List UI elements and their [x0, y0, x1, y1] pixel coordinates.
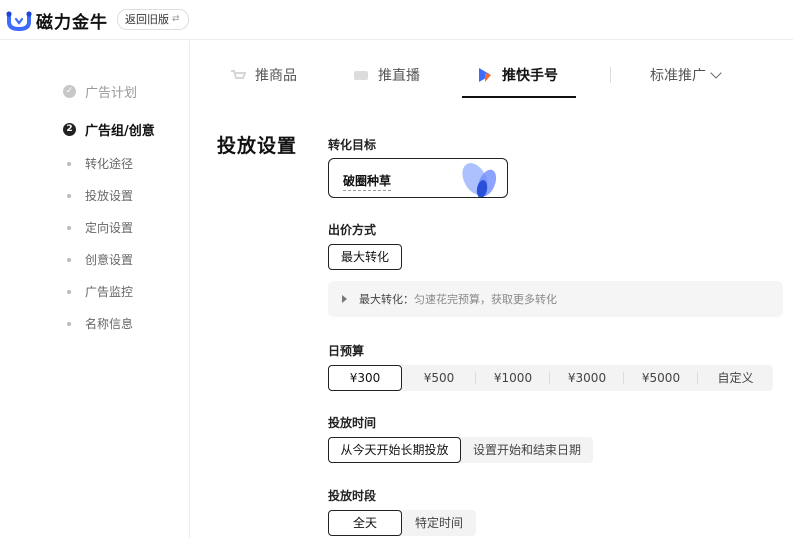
sidebar-item-monitoring[interactable]: 广告监控 [67, 283, 133, 300]
sidebar-item-label: 转化途径 [85, 157, 134, 171]
budget-option[interactable]: ¥5000 [624, 365, 698, 391]
bullet-icon [67, 257, 71, 262]
conversion-goal-value: 破圈种草 [343, 172, 392, 191]
bullet-icon [67, 321, 71, 326]
daily-budget-selector: ¥300 ¥500 ¥1000 ¥3000 ¥5000 自定义 [328, 365, 773, 391]
sidebar-item-label: 定向设置 [85, 221, 134, 235]
option-label: 从今天开始长期投放 [340, 443, 449, 457]
back-to-old-version-button[interactable]: 返回旧版 ⇄ [117, 9, 189, 30]
tip-title: 最大转化： [359, 293, 414, 306]
schedule-time-selector: 从今天开始长期投放 设置开始和结束日期 [328, 437, 593, 463]
bullet-icon [67, 161, 71, 166]
tab-label: 推直播 [378, 68, 420, 84]
option-label: ¥5000 [641, 371, 681, 385]
back-button-label: 返回旧版 [125, 13, 169, 26]
bid-method-label: 出价方式 [328, 223, 377, 237]
bid-max-conversion-button[interactable]: 最大转化 [328, 244, 402, 270]
promotion-mode-dropdown[interactable]: 标准推广 [650, 65, 722, 85]
tab-promote-product[interactable]: 推商品 [230, 65, 297, 85]
schedule-time-label: 投放时间 [328, 416, 377, 430]
sidebar-item-label: 名称信息 [85, 317, 134, 331]
check-icon: ✓ [63, 85, 76, 98]
chevron-down-icon [710, 67, 722, 79]
option-label: 自定义 [717, 371, 754, 385]
option-label: 设置开始和结束日期 [472, 443, 581, 457]
section-title: 投放设置 [217, 135, 298, 157]
step-label: 广告计划 [85, 86, 138, 101]
schedule-period-label: 投放时段 [328, 489, 377, 503]
schedule-time-option[interactable]: 从今天开始长期投放 [328, 437, 461, 463]
step-ad-plan[interactable]: ✓ 广告计划 [63, 82, 137, 101]
option-label: ¥1000 [493, 371, 533, 385]
daily-budget-label: 日预算 [328, 344, 365, 358]
tip-body: 匀速花完预算，获取更多转化 [414, 293, 557, 306]
tab-label: 推商品 [255, 68, 297, 84]
option-label: 全天 [352, 516, 377, 530]
tab-promote-live[interactable]: 推直播 [353, 65, 420, 85]
tab-promote-kuaishou-account[interactable]: 推快手号 [477, 65, 558, 85]
tab-divider [610, 67, 611, 83]
option-label: 特定时间 [414, 516, 463, 530]
schedule-time-option[interactable]: 设置开始和结束日期 [461, 437, 593, 463]
sidebar-item-targeting[interactable]: 定向设置 [67, 219, 133, 236]
sidebar-item-label: 创意设置 [85, 253, 134, 267]
budget-option[interactable]: ¥500 [402, 365, 476, 391]
bid-method-tip[interactable]: 最大转化： 匀速花完预算，获取更多转化 [328, 281, 783, 317]
step-label: 广告组/创意 [85, 124, 155, 139]
step-ad-group-creative[interactable]: 2 广告组/创意 [63, 120, 155, 139]
cart-icon [231, 70, 246, 79]
sidebar-item-label: 投放设置 [85, 189, 134, 203]
step-sidebar: ✓ 广告计划 2 广告组/创意 转化途径 投放设置 定向设置 创意设置 广告监控… [0, 41, 190, 538]
option-label: ¥3000 [567, 371, 607, 385]
conversion-goal-card[interactable]: 破圈种草 [328, 158, 508, 198]
sidebar-item-creative[interactable]: 创意设置 [67, 251, 133, 268]
brand-name: 磁力金牛 [36, 13, 108, 33]
tab-label: 推快手号 [502, 68, 558, 84]
budget-option[interactable]: ¥3000 [550, 365, 624, 391]
option-label: ¥500 [423, 371, 455, 385]
bullet-icon [67, 289, 71, 294]
sidebar-item-label: 广告监控 [85, 285, 134, 299]
option-label: ¥300 [349, 371, 381, 385]
leaf-icon [462, 163, 497, 197]
conversion-goal-label: 转化目标 [328, 138, 377, 152]
bullet-icon [67, 225, 71, 230]
sidebar-item-name-info[interactable]: 名称信息 [67, 315, 133, 332]
live-icon [354, 71, 368, 80]
magnet-logo-icon [6, 10, 32, 31]
logo[interactable]: 磁力金牛 [6, 8, 108, 33]
sidebar-item-delivery-settings[interactable]: 投放设置 [67, 187, 133, 204]
bullet-icon [67, 193, 71, 198]
budget-option[interactable]: ¥300 [328, 365, 402, 391]
schedule-period-option[interactable]: 特定时间 [402, 510, 476, 536]
expand-triangle-icon [342, 295, 347, 303]
top-header: 磁力金牛 返回旧版 ⇄ [0, 0, 793, 40]
sidebar-item-conversion-path[interactable]: 转化途径 [67, 155, 133, 172]
schedule-period-selector: 全天 特定时间 [328, 510, 476, 536]
schedule-period-option[interactable]: 全天 [328, 510, 402, 536]
kuaishou-icon [479, 68, 491, 82]
budget-option-custom[interactable]: 自定义 [698, 365, 773, 391]
budget-option[interactable]: ¥1000 [476, 365, 550, 391]
step-number-badge: 2 [63, 123, 76, 136]
dropdown-label: 标准推广 [650, 68, 706, 84]
promotion-type-tabs: 推商品 推直播 推快手号 标准推广 [191, 41, 793, 99]
swap-icon: ⇄ [172, 14, 180, 24]
active-tab-indicator [462, 96, 576, 98]
